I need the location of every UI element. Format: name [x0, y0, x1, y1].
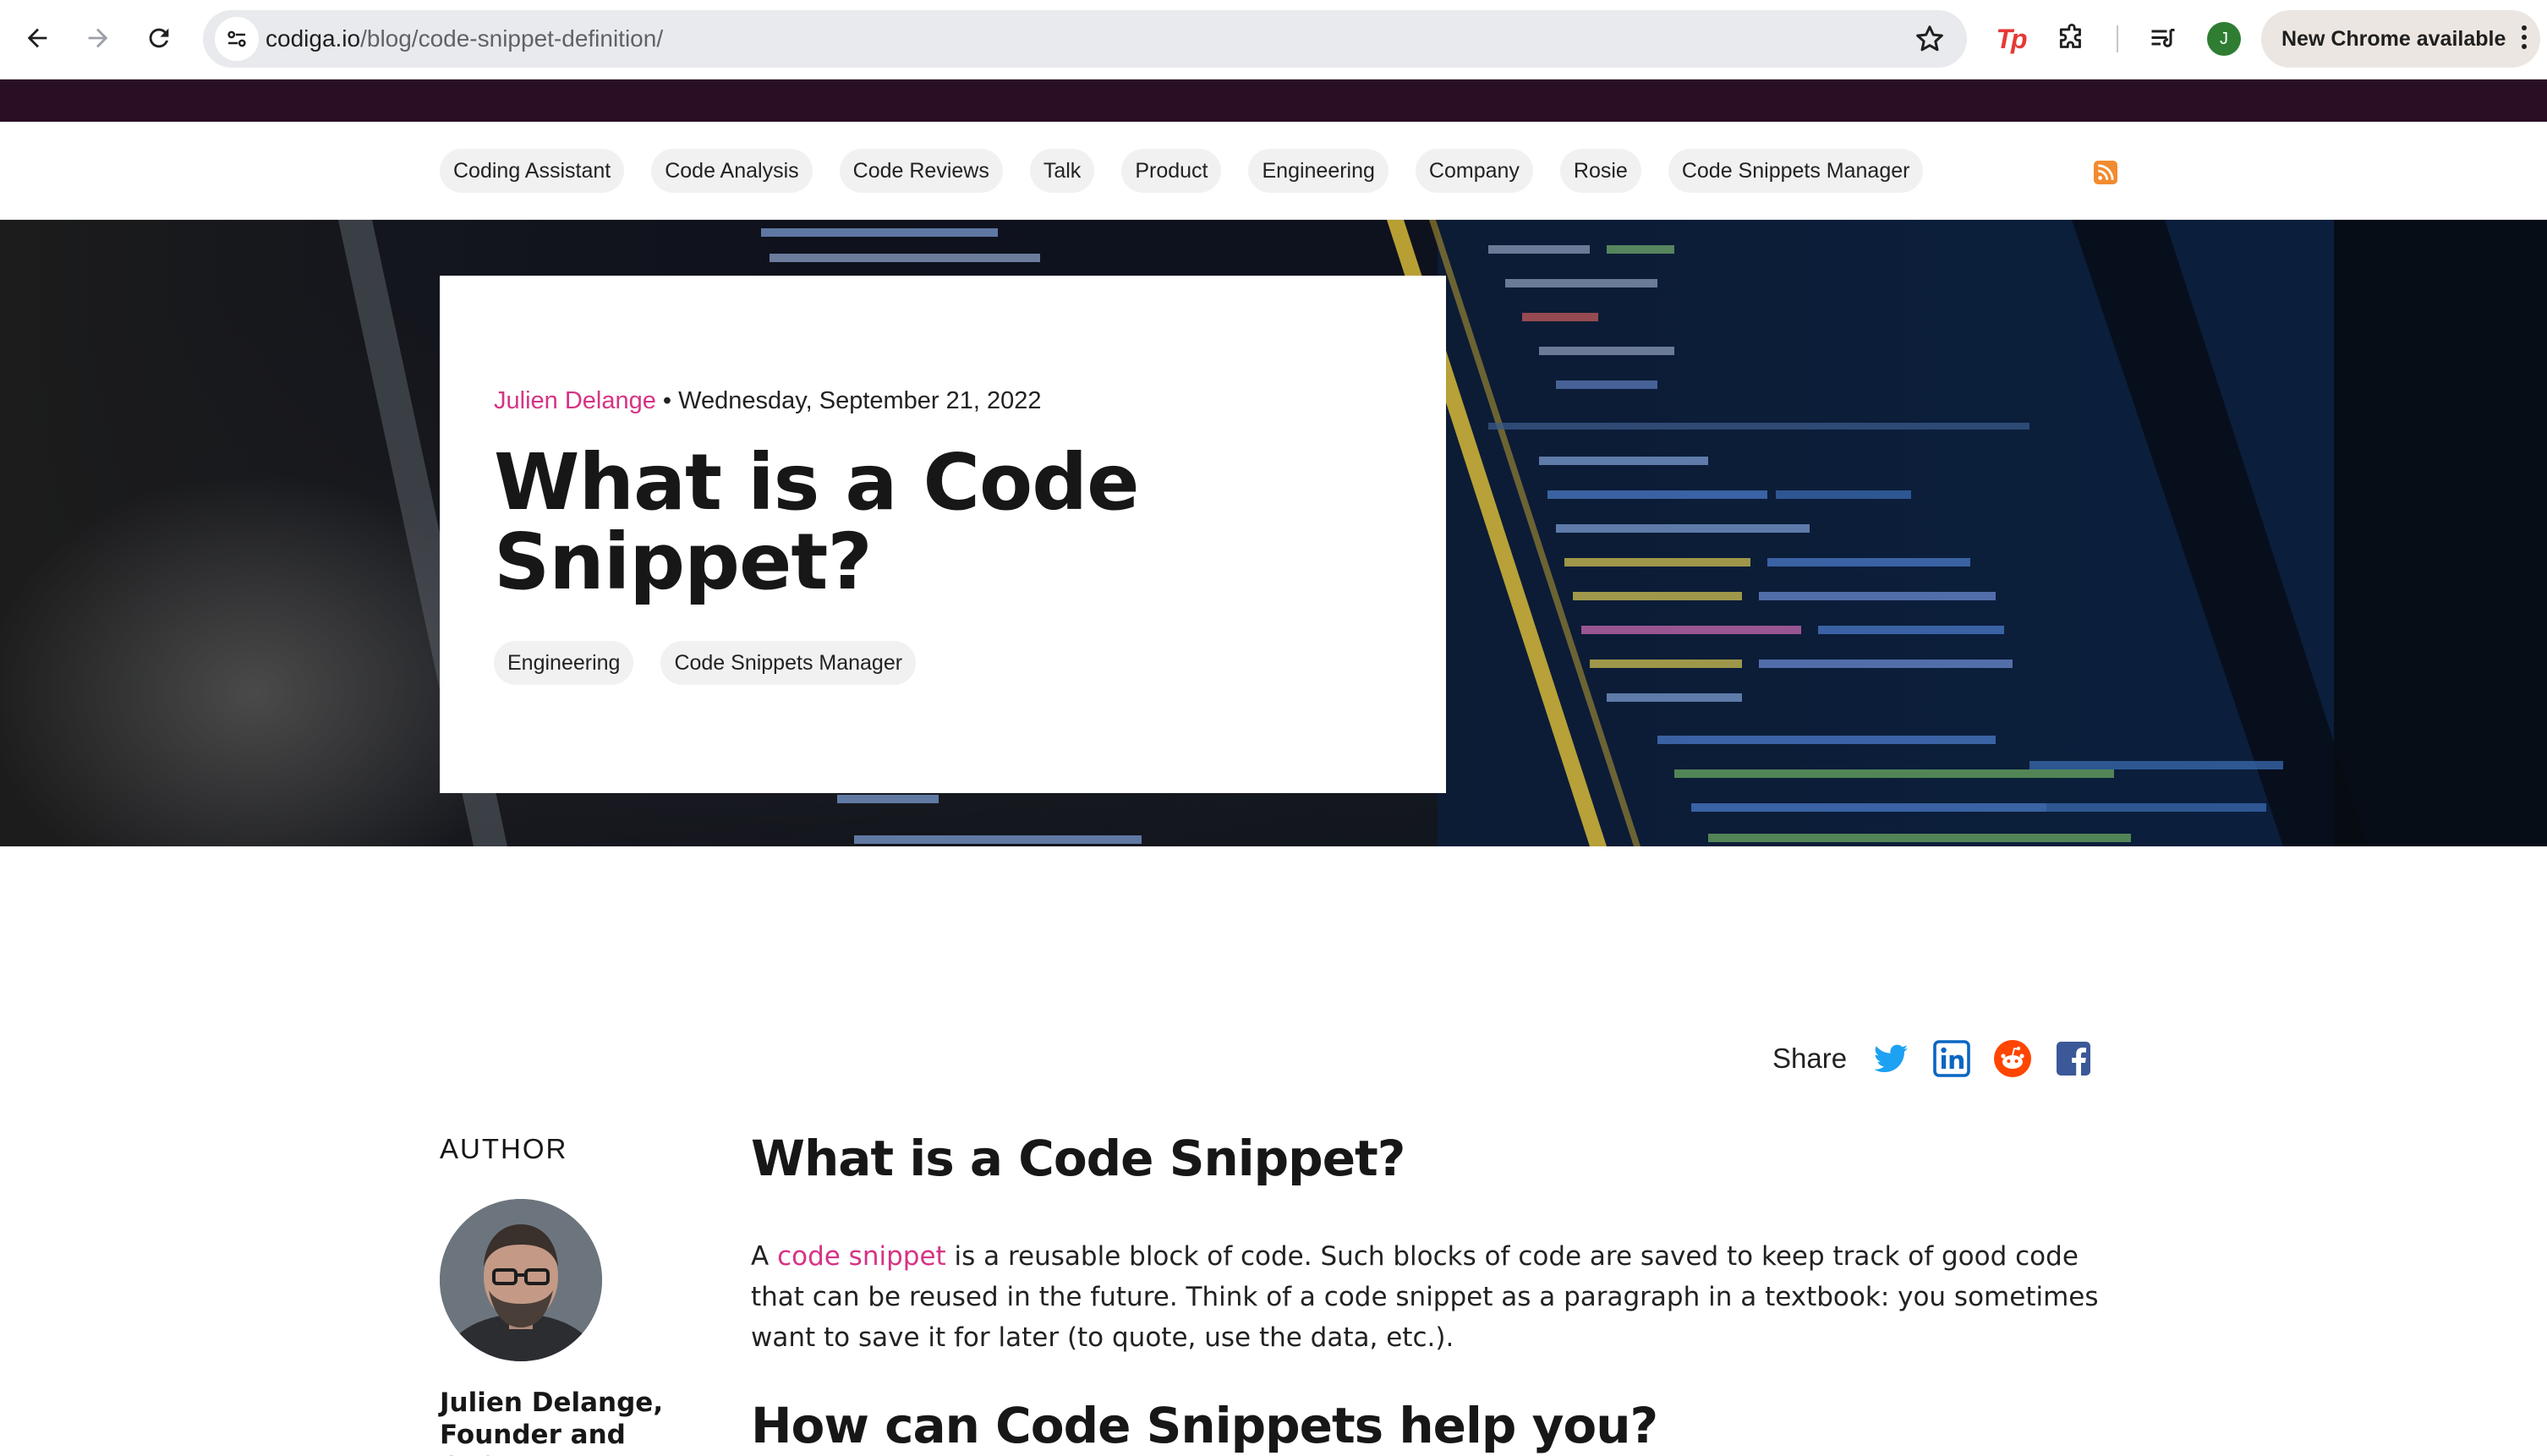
- article-heading-how-help: How can Code Snippets help you?: [751, 1397, 1658, 1454]
- url-host: codiga.io: [266, 25, 361, 52]
- site-info-button[interactable]: [215, 17, 259, 61]
- extensions-puzzle-icon: [2059, 24, 2081, 48]
- share-bar: Share: [1772, 1038, 2094, 1079]
- category-engineering[interactable]: Engineering: [1248, 149, 1389, 193]
- update-chrome-button[interactable]: New Chrome available: [2261, 10, 2540, 68]
- category-talk[interactable]: Talk: [1029, 149, 1095, 193]
- site-info-icon: [227, 30, 246, 47]
- code-snippet-link[interactable]: code snippet: [777, 1241, 946, 1272]
- rss-icon: [2098, 164, 2114, 180]
- url-path: /blog/code-snippet-definition/: [360, 25, 664, 52]
- category-code-snippets-manager[interactable]: Code Snippets Manager: [1668, 149, 1924, 193]
- category-code-analysis[interactable]: Code Analysis: [651, 149, 813, 193]
- author-section-heading: AUTHOR: [440, 1133, 568, 1164]
- post-tags: Engineering Code Snippets Manager: [494, 641, 917, 685]
- post-tag-code-snippets-manager[interactable]: Code Snippets Manager: [660, 641, 917, 685]
- tp-extension-icon: Tp: [1996, 23, 2027, 54]
- back-arrow-icon: [27, 28, 47, 48]
- back-button[interactable]: [14, 14, 61, 62]
- category-rosie[interactable]: Rosie: [1559, 149, 1641, 193]
- para-prefix: A: [751, 1241, 778, 1272]
- bookmark-star-icon[interactable]: [1913, 22, 1947, 56]
- category-coding-assistant[interactable]: Coding Assistant: [440, 149, 625, 193]
- extensions-button[interactable]: [2051, 19, 2092, 59]
- hero-card: Julien Delange • Wednesday, September 21…: [440, 276, 1446, 793]
- para-rest: is a reusable block of code. Such blocks…: [751, 1241, 2099, 1353]
- share-twitter-button[interactable]: [1871, 1038, 1911, 1079]
- forward-arrow-icon: [88, 28, 108, 48]
- share-label: Share: [1772, 1043, 1848, 1074]
- facebook-icon: [2057, 1042, 2091, 1076]
- reddit-icon: [1994, 1040, 2032, 1077]
- toolbar-divider: [2117, 25, 2118, 52]
- author-avatar[interactable]: [440, 1199, 602, 1361]
- url-text[interactable]: codiga.io/blog/code-snippet-definition/: [266, 10, 663, 68]
- category-company[interactable]: Company: [1415, 149, 1533, 193]
- share-linkedin-button[interactable]: [1931, 1038, 1972, 1079]
- twitter-icon: [1874, 1044, 1909, 1073]
- profile-avatar[interactable]: J: [2207, 22, 2241, 56]
- tp-extension-button[interactable]: Tp: [1991, 19, 2031, 59]
- share-facebook-button[interactable]: [2053, 1038, 2094, 1079]
- browser-toolbar: codiga.io/blog/code-snippet-definition/ …: [0, 0, 2547, 79]
- author-photo: [440, 1199, 602, 1361]
- meta-separator: •: [662, 387, 672, 414]
- more-vert-icon[interactable]: [2520, 25, 2528, 53]
- post-meta: Julien Delange • Wednesday, September 21…: [494, 387, 1042, 415]
- site-topbar: [0, 79, 2547, 122]
- category-product[interactable]: Product: [1121, 149, 1222, 193]
- category-nav: Coding Assistant Code Analysis Code Revi…: [0, 122, 2547, 220]
- post-tag-engineering[interactable]: Engineering: [494, 641, 634, 685]
- linkedin-icon: [1933, 1040, 1970, 1077]
- category-code-reviews[interactable]: Code Reviews: [839, 149, 1003, 193]
- reload-button[interactable]: [135, 14, 183, 62]
- reading-list-icon: [2151, 29, 2175, 47]
- reload-icon: [149, 28, 169, 48]
- post-title: What is a Code Snippet?: [494, 437, 1139, 607]
- post-author-link[interactable]: Julien Delange: [494, 387, 656, 414]
- article-paragraph: A code snippet is a reusable block of co…: [751, 1236, 2129, 1358]
- post-date: Wednesday, September 21, 2022: [678, 387, 1042, 414]
- reading-list-button[interactable]: [2143, 19, 2183, 59]
- author-name: Julien Delange, Founder and CEO: [440, 1388, 664, 1456]
- update-chrome-label: New Chrome available: [2281, 26, 2506, 51]
- hero-banner: Julien Delange • Wednesday, September 21…: [0, 220, 2547, 846]
- forward-button[interactable]: [74, 14, 122, 62]
- article-heading-what-is: What is a Code Snippet?: [751, 1130, 1405, 1187]
- category-list: Coding Assistant Code Analysis Code Revi…: [440, 149, 1924, 193]
- address-bar[interactable]: codiga.io/blog/code-snippet-definition/: [203, 10, 1967, 68]
- rss-feed-link[interactable]: [2094, 161, 2117, 184]
- share-reddit-button[interactable]: [1992, 1038, 2033, 1079]
